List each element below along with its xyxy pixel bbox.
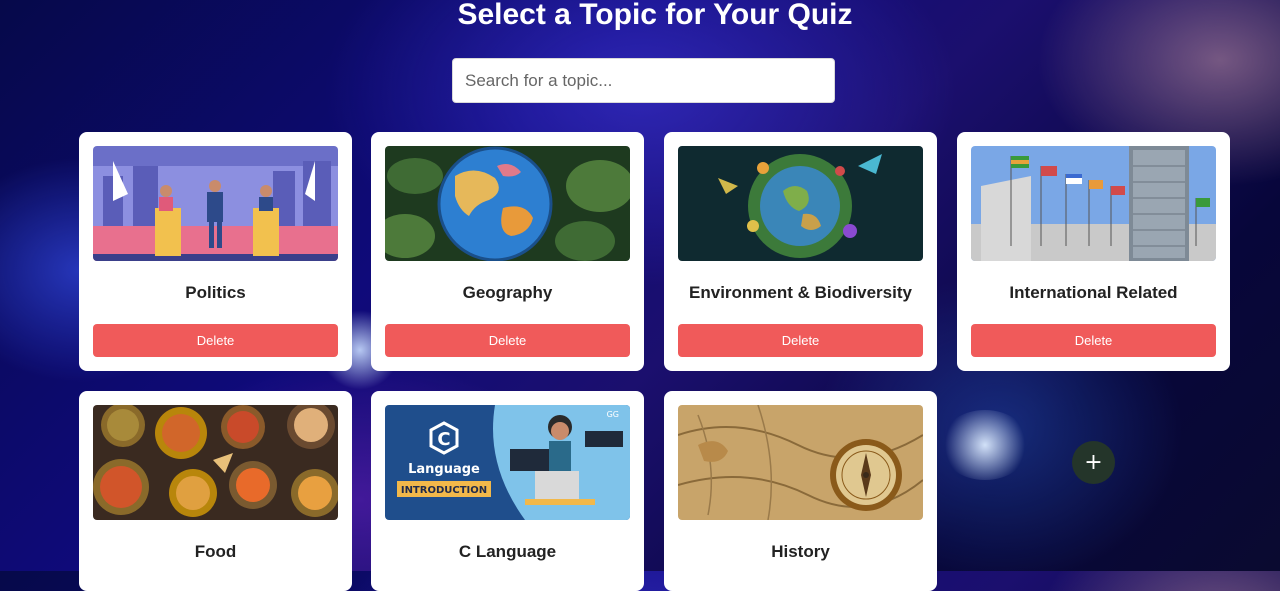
delete-button[interactable]: Delete: [93, 324, 338, 357]
topic-image-history: [678, 405, 923, 520]
topic-image-food: [93, 405, 338, 520]
topic-title: Politics: [185, 283, 246, 302]
image-text-introduction: INTRODUCTION: [401, 485, 487, 496]
topic-card-history[interactable]: History: [664, 391, 937, 591]
topic-title: Environment & Biodiversity: [689, 283, 912, 302]
brand-mark: GG: [607, 410, 619, 419]
topic-card-geography[interactable]: Geography Delete: [371, 132, 644, 371]
topic-image-geography: [385, 146, 630, 261]
add-topic-button[interactable]: +: [1072, 441, 1115, 484]
search-input[interactable]: [452, 58, 835, 103]
topic-title: International Related: [1009, 283, 1178, 302]
topic-image-international: [971, 146, 1216, 261]
delete-button[interactable]: Delete: [385, 324, 630, 357]
topic-card-c-language[interactable]: C Language INTRODUCTION GG C Language: [371, 391, 644, 591]
topic-title: Food: [194, 542, 237, 561]
topic-card-food[interactable]: Food: [79, 391, 352, 591]
c-logo-letter: C: [437, 429, 450, 450]
topic-title: History: [771, 542, 830, 561]
topic-image-c-language: C Language INTRODUCTION GG: [385, 405, 630, 520]
topic-image-politics: [93, 146, 338, 261]
page-title: Select a Topic for Your Quiz: [457, 0, 853, 31]
topic-card-environment[interactable]: Environment & Biodiversity Delete: [664, 132, 937, 371]
topic-image-environment: [678, 146, 923, 261]
topic-title: C Language: [458, 542, 557, 561]
background-glow: [940, 410, 1030, 480]
topic-title: Geography: [462, 283, 553, 302]
image-text-language: Language: [408, 462, 480, 477]
topic-card-politics[interactable]: Politics Delete: [79, 132, 352, 371]
plus-icon: +: [1084, 450, 1103, 475]
topic-card-international[interactable]: International Related Delete: [957, 132, 1230, 371]
delete-button[interactable]: Delete: [678, 324, 923, 357]
delete-button[interactable]: Delete: [971, 324, 1216, 357]
